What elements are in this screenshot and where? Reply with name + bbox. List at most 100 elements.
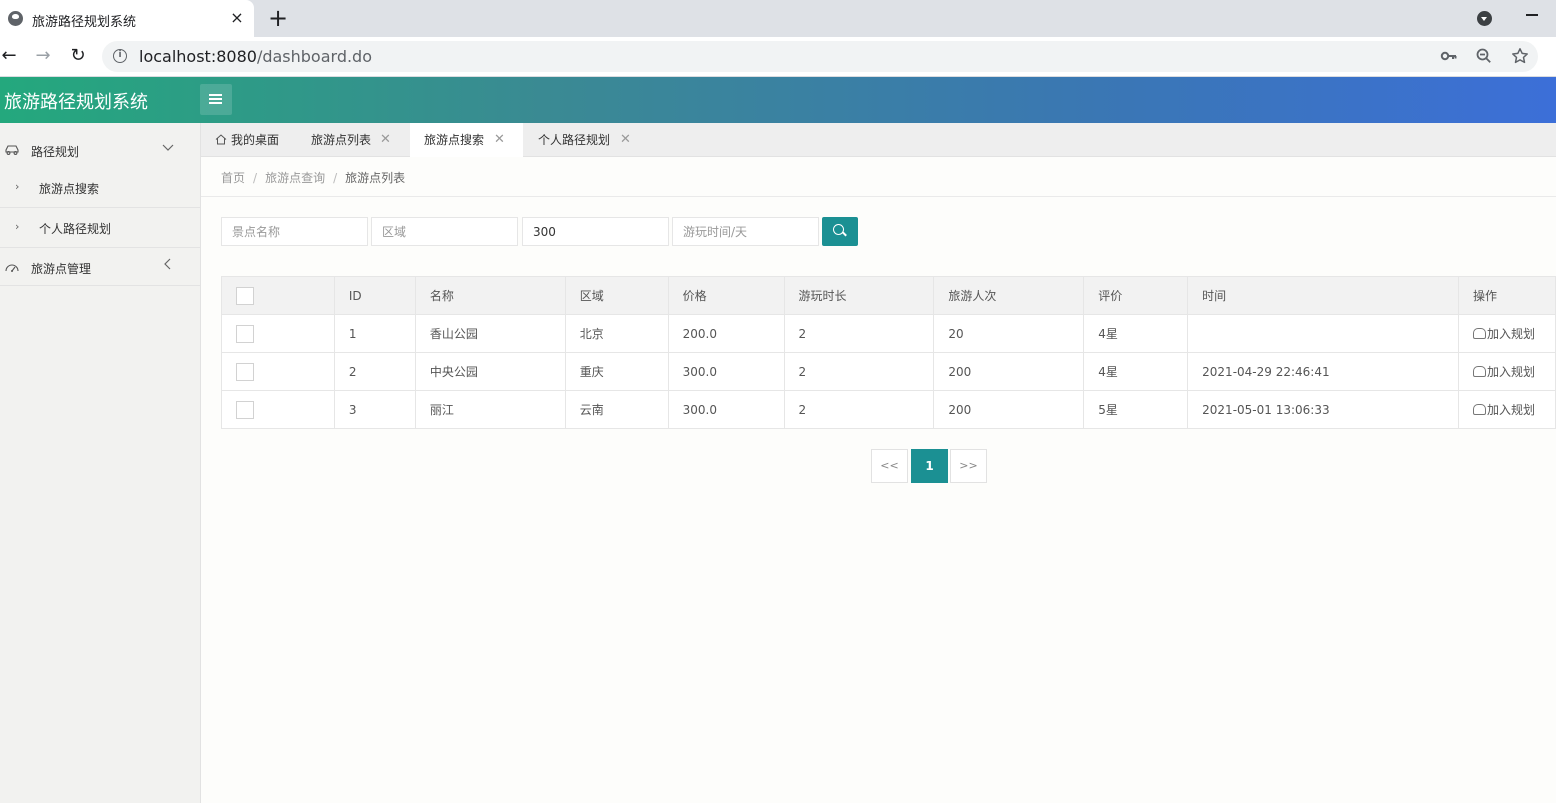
region-input[interactable]: [371, 217, 518, 246]
cell-action: 加入规划: [1457, 352, 1556, 391]
close-icon[interactable]: ✕: [380, 123, 391, 157]
reload-icon[interactable]: ↻: [66, 44, 90, 68]
sidebar-item-spot-search[interactable]: › 旅游点搜索: [0, 168, 200, 208]
info-icon[interactable]: i: [113, 49, 127, 63]
menu-toggle-button[interactable]: [200, 84, 232, 115]
cell-id: 2: [333, 352, 416, 391]
column-header: 游玩时长: [783, 276, 935, 315]
select-all-cell: [221, 276, 335, 315]
column-header: 时间: [1187, 276, 1459, 315]
key-icon[interactable]: [1439, 47, 1459, 67]
page-1-button[interactable]: 1: [911, 449, 948, 483]
browser-tab[interactable]: 旅游路径规划系统 ×: [0, 0, 254, 37]
globe-icon: [8, 11, 23, 26]
cell-time: 2021-04-29 22:46:41: [1187, 352, 1459, 391]
cell-action: 加入规划: [1457, 314, 1556, 353]
cell-time: 2021-05-01 13:06:33: [1187, 390, 1459, 429]
spot-table: ID 名称 区域 价格 游玩时长 旅游人次 评价 时间 操作 1 香山公园 北京…: [221, 276, 1556, 429]
tab-spot-search[interactable]: 旅游点搜索 ✕: [410, 123, 523, 157]
breadcrumb-separator: /: [253, 171, 258, 185]
table-header-row: ID 名称 区域 价格 游玩时长 旅游人次 评价 时间 操作: [221, 276, 1556, 315]
column-header: ID: [333, 276, 416, 315]
sidebar-group-label: 旅游点管理: [31, 262, 92, 276]
bookmark-star-icon[interactable]: [1510, 47, 1530, 67]
cell-name: 丽江: [414, 390, 566, 429]
sidebar-divider: [0, 285, 200, 286]
home-icon: [215, 124, 227, 145]
address-bar[interactable]: i localhost:8080/dashboard.do: [102, 41, 1538, 72]
cell-id: 1: [333, 314, 416, 353]
url-host: localhost:8080: [139, 47, 257, 66]
column-header: 评价: [1083, 276, 1189, 315]
sidebar: 路径规划 › 旅游点搜索 › 个人路径规划 旅游点管理: [0, 123, 201, 803]
column-header: 操作: [1457, 276, 1556, 315]
cell-region: 重庆: [564, 352, 669, 391]
new-tab-button[interactable]: +: [266, 5, 290, 31]
cell-id: 3: [333, 390, 416, 429]
cell-duration: 2: [783, 352, 935, 391]
cell-rating: 4星: [1083, 314, 1189, 353]
cell-visits: 200: [933, 390, 1085, 429]
cell-rating: 5星: [1083, 390, 1189, 429]
add-to-plan-label: 加入规划: [1486, 403, 1535, 417]
breadcrumb-home[interactable]: 首页: [221, 171, 245, 185]
tab-label: 旅游点列表: [311, 133, 372, 147]
tab-spot-list[interactable]: 旅游点列表 ✕: [311, 123, 401, 157]
cell-region: 云南: [564, 390, 669, 429]
add-to-plan-link[interactable]: 加入规划: [1472, 327, 1535, 341]
prev-page-button[interactable]: <<: [871, 449, 908, 483]
forward-arrow-icon[interactable]: →: [31, 44, 55, 68]
close-tab-icon[interactable]: ×: [228, 8, 246, 28]
add-to-plan-label: 加入规划: [1486, 365, 1535, 379]
breadcrumb-current: 旅游点列表: [345, 171, 406, 185]
add-to-plan-label: 加入规划: [1486, 327, 1535, 341]
add-to-plan-link[interactable]: 加入规划: [1472, 403, 1535, 417]
main-content: 我的桌面 旅游点列表 ✕ 旅游点搜索 ✕ 个人路径规划 ✕ 首页 / 旅游点查询 / 旅…: [201, 123, 1556, 803]
url-path: /dashboard.do: [256, 47, 372, 66]
breadcrumb-spot-query[interactable]: 旅游点查询: [265, 171, 325, 185]
close-icon[interactable]: ✕: [620, 123, 631, 157]
row-checkbox[interactable]: [236, 400, 254, 419]
browser-toolbar: ← → ↻ i localhost:8080/dashboard.do: [0, 37, 1556, 77]
price-input[interactable]: [522, 217, 669, 246]
sidebar-group-label: 路径规划: [31, 145, 80, 159]
search-button[interactable]: [822, 217, 858, 246]
cell-duration: 2: [783, 314, 935, 353]
sidebar-item-personal-route[interactable]: › 个人路径规划: [0, 208, 200, 248]
chevron-right-icon: ›: [15, 180, 20, 193]
table-row: 1 香山公园 北京 200.0 2 20 4星 加入规划: [221, 314, 1556, 353]
cell-name: 中央公园: [414, 352, 566, 391]
spot-name-input[interactable]: [221, 217, 368, 246]
zoom-out-icon[interactable]: [1474, 47, 1494, 67]
select-all-checkbox[interactable]: [236, 286, 254, 305]
app-header: 旅游路径规划系统: [0, 77, 1556, 123]
cell-price: 200.0: [667, 314, 785, 353]
breadcrumb: 首页 / 旅游点查询 / 旅游点列表: [221, 169, 405, 186]
tab-personal-route[interactable]: 个人路径规划 ✕: [538, 123, 638, 157]
cell-price: 300.0: [667, 390, 785, 429]
row-checkbox[interactable]: [236, 362, 254, 381]
cell-price: 300.0: [667, 352, 785, 391]
next-page-button[interactable]: >>: [950, 449, 987, 483]
sidebar-group-route-planning[interactable]: 路径规划: [0, 140, 200, 160]
add-to-plan-link[interactable]: 加入规划: [1472, 365, 1535, 379]
column-header: 旅游人次: [933, 276, 1085, 315]
car-icon: [1472, 366, 1486, 377]
sidebar-item-label: 旅游点搜索: [39, 182, 100, 196]
tab-search-icon[interactable]: [1477, 11, 1492, 26]
column-header: 区域: [564, 276, 669, 315]
tab-label: 个人路径规划: [538, 133, 611, 147]
tab-my-desktop[interactable]: 我的桌面: [215, 123, 279, 157]
minimize-icon[interactable]: [1526, 14, 1538, 16]
row-select-cell: [221, 352, 335, 391]
url-text[interactable]: localhost:8080/dashboard.do: [139, 47, 372, 66]
cell-visits: 200: [933, 352, 1085, 391]
browser-tab-title: 旅游路径规划系统: [32, 15, 137, 30]
row-checkbox[interactable]: [236, 324, 254, 343]
sidebar-group-spot-management[interactable]: 旅游点管理: [0, 257, 200, 277]
back-arrow-icon[interactable]: ←: [0, 44, 21, 68]
close-icon[interactable]: ✕: [494, 123, 505, 157]
chevron-right-icon: ›: [15, 220, 20, 233]
duration-input[interactable]: [672, 217, 819, 246]
tab-label: 旅游点搜索: [424, 133, 485, 147]
